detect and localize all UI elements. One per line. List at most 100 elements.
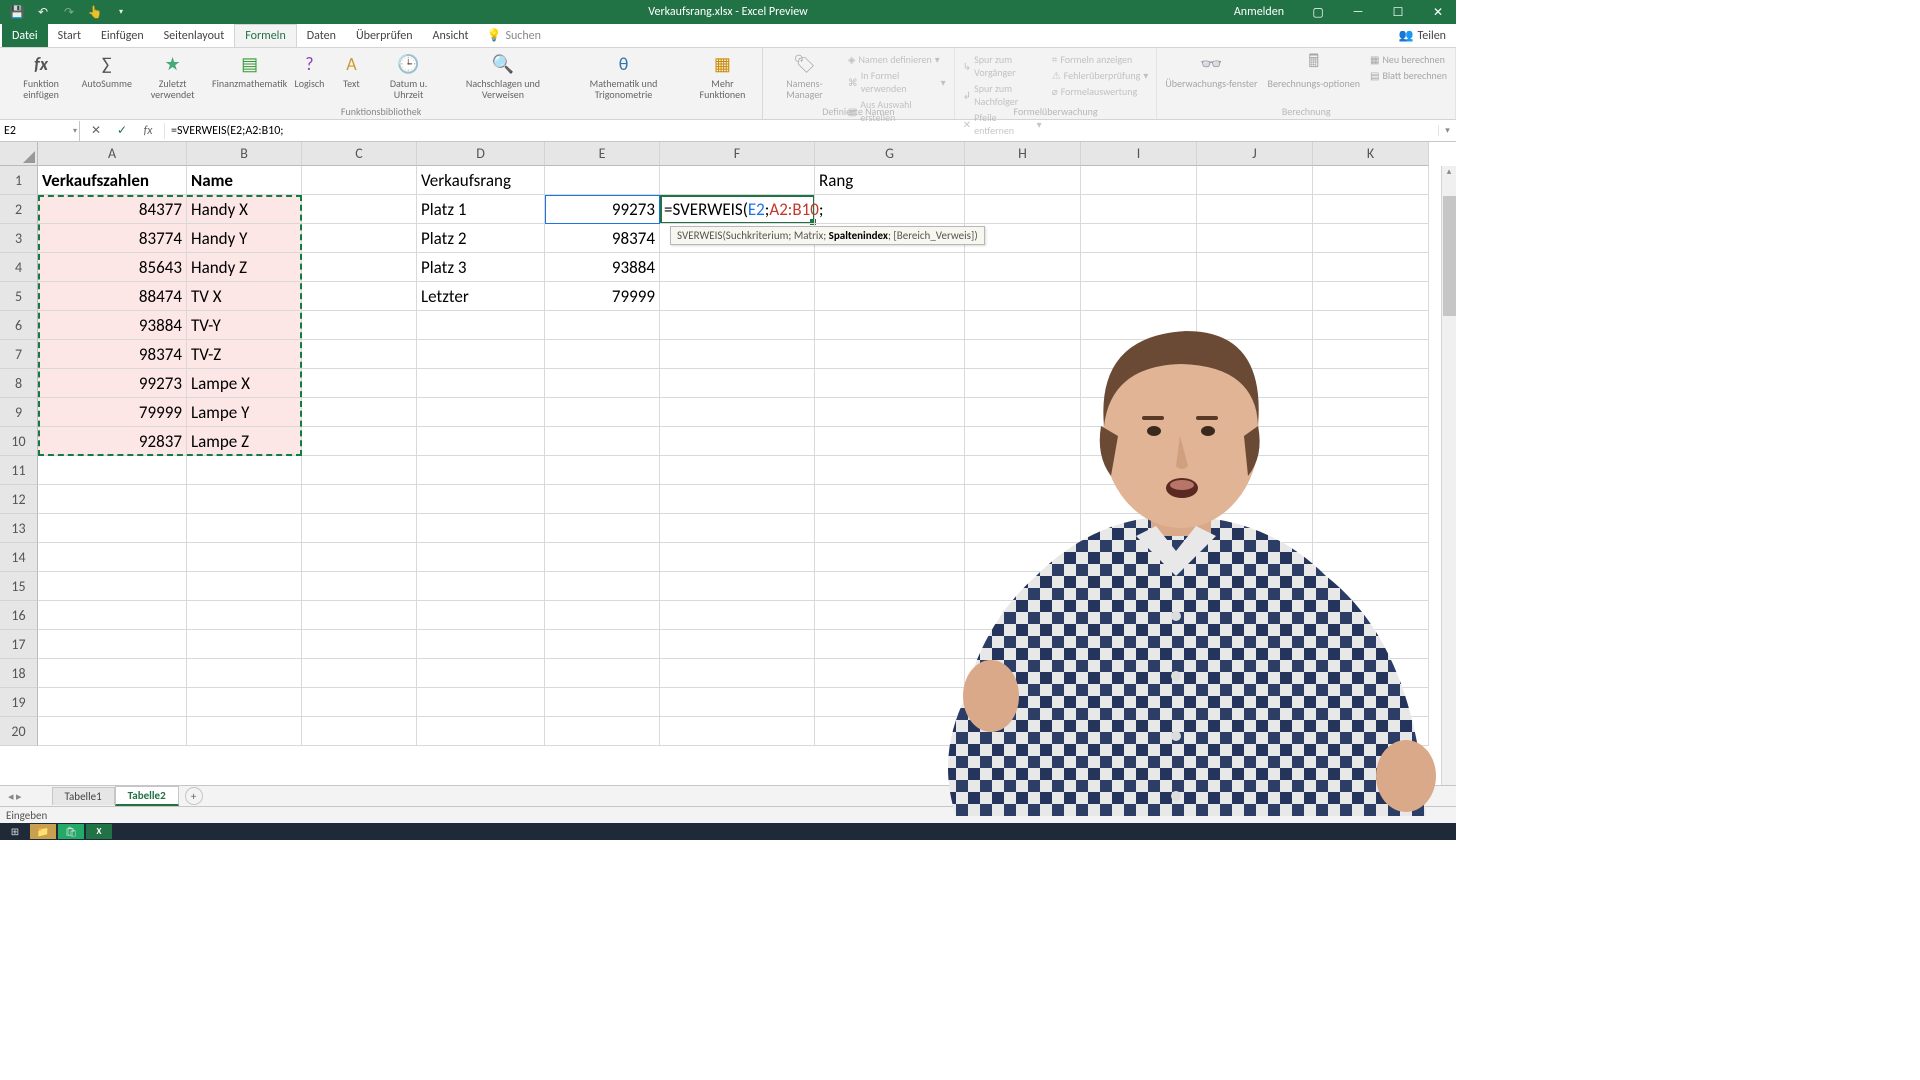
math-button[interactable]: θMathematik und Trigonometrie <box>564 52 683 100</box>
col-header-h[interactable]: H <box>965 142 1081 166</box>
cell[interactable] <box>417 398 545 427</box>
cell[interactable] <box>965 717 1081 746</box>
cell-d4[interactable]: Platz 3 <box>417 253 545 282</box>
cell[interactable] <box>1197 543 1313 572</box>
row-header[interactable]: 1 <box>0 166 38 195</box>
cell-f1[interactable] <box>660 166 815 195</box>
cell[interactable] <box>302 717 417 746</box>
cell[interactable] <box>1313 166 1429 195</box>
cell[interactable] <box>38 485 187 514</box>
cell[interactable] <box>1197 398 1313 427</box>
cell[interactable] <box>1081 485 1197 514</box>
cell[interactable] <box>1197 369 1313 398</box>
cell[interactable] <box>1313 224 1429 253</box>
cell[interactable] <box>1197 601 1313 630</box>
cell[interactable] <box>302 224 417 253</box>
cell[interactable] <box>302 514 417 543</box>
cell[interactable] <box>815 572 965 601</box>
row-header[interactable]: 19 <box>0 688 38 717</box>
cell[interactable] <box>965 398 1081 427</box>
cell[interactable] <box>417 543 545 572</box>
cell[interactable] <box>302 398 417 427</box>
cell[interactable] <box>815 485 965 514</box>
minimize-button[interactable]: — <box>1340 0 1376 24</box>
cell[interactable] <box>1313 282 1429 311</box>
cell-a5[interactable]: 88474 <box>38 282 187 311</box>
col-header-k[interactable]: K <box>1313 142 1429 166</box>
save-icon[interactable]: 💾 <box>8 3 26 21</box>
cell[interactable] <box>660 398 815 427</box>
fx-button[interactable]: fx <box>140 123 156 139</box>
cell[interactable] <box>1313 195 1429 224</box>
cell[interactable] <box>660 688 815 717</box>
cell[interactable] <box>965 166 1081 195</box>
cell-d3[interactable]: Platz 2 <box>417 224 545 253</box>
cell[interactable] <box>965 688 1081 717</box>
cell-a4[interactable]: 85643 <box>38 253 187 282</box>
close-button[interactable]: ✕ <box>1420 0 1456 24</box>
cell-d2[interactable]: Platz 1 <box>417 195 545 224</box>
cell[interactable] <box>545 456 660 485</box>
tab-seitenlayout[interactable]: Seitenlayout <box>154 24 235 47</box>
sheet-nav[interactable]: ◂ ▸ <box>8 790 32 803</box>
cell[interactable] <box>302 456 417 485</box>
cell[interactable] <box>1313 456 1429 485</box>
cell[interactable] <box>1081 311 1197 340</box>
calc-options-button[interactable]: 🖩Berechnungs-optionen <box>1266 52 1362 89</box>
signin-link[interactable]: Anmelden <box>1222 5 1296 19</box>
cell[interactable] <box>815 427 965 456</box>
enter-button[interactable]: ✓ <box>114 123 130 139</box>
tooltip-p3[interactable]: Spaltenindex <box>829 229 888 242</box>
cell[interactable] <box>545 514 660 543</box>
cell-b4[interactable]: Handy Z <box>187 253 302 282</box>
use-in-formula-button[interactable]: ⌘ In Formel verwenden ▾ <box>846 68 948 96</box>
cell[interactable] <box>1313 543 1429 572</box>
tab-start[interactable]: Start <box>48 24 91 47</box>
cell[interactable] <box>302 659 417 688</box>
cell[interactable] <box>302 572 417 601</box>
cell-e1[interactable] <box>545 166 660 195</box>
select-all-corner[interactable] <box>0 142 38 166</box>
cell[interactable] <box>965 311 1081 340</box>
cell[interactable] <box>187 601 302 630</box>
cell[interactable] <box>1081 340 1197 369</box>
cell[interactable] <box>965 282 1081 311</box>
vertical-scrollbar[interactable]: ▴ <box>1441 166 1456 785</box>
cell[interactable] <box>187 572 302 601</box>
recent-button[interactable]: ★Zuletzt verwendet <box>137 52 207 100</box>
cell[interactable] <box>965 543 1081 572</box>
cell[interactable] <box>660 369 815 398</box>
tab-einfuegen[interactable]: Einfügen <box>91 24 154 47</box>
error-checking-button[interactable]: ⚠ Fehlerüberprüfung ▾ <box>1050 68 1151 83</box>
cell[interactable] <box>187 717 302 746</box>
cell[interactable] <box>815 514 965 543</box>
cell[interactable] <box>815 398 965 427</box>
cell[interactable] <box>1313 717 1429 746</box>
tab-ueberpruefen[interactable]: Überprüfen <box>346 24 423 47</box>
cell[interactable] <box>1081 601 1197 630</box>
cell[interactable] <box>38 572 187 601</box>
cell[interactable] <box>1197 514 1313 543</box>
cell[interactable] <box>1081 688 1197 717</box>
row-header[interactable]: 5 <box>0 282 38 311</box>
excel-icon[interactable]: X <box>86 824 112 839</box>
show-formulas-button[interactable]: ⌗ Formeln anzeigen <box>1050 52 1151 67</box>
cell-b10[interactable]: Lampe Z <box>187 427 302 456</box>
more-button[interactable]: ▦Mehr Funktionen <box>689 52 756 100</box>
cell-c1[interactable] <box>302 166 417 195</box>
cell[interactable] <box>1313 659 1429 688</box>
cell[interactable] <box>38 659 187 688</box>
cell[interactable] <box>1197 427 1313 456</box>
cell[interactable] <box>417 572 545 601</box>
logical-button[interactable]: ?Logisch <box>291 52 327 89</box>
cell[interactable] <box>815 195 965 224</box>
tab-ansicht[interactable]: Ansicht <box>423 24 479 47</box>
ribbon-options-icon[interactable]: ▢ <box>1300 0 1336 24</box>
touch-mode-icon[interactable]: 👆 <box>86 3 104 21</box>
cell[interactable] <box>187 630 302 659</box>
cell[interactable] <box>1081 253 1197 282</box>
cell-e5[interactable]: 79999 <box>545 282 660 311</box>
calc-now-button[interactable]: ▦ Neu berechnen <box>1368 52 1449 67</box>
cell[interactable] <box>302 543 417 572</box>
cell[interactable] <box>545 717 660 746</box>
